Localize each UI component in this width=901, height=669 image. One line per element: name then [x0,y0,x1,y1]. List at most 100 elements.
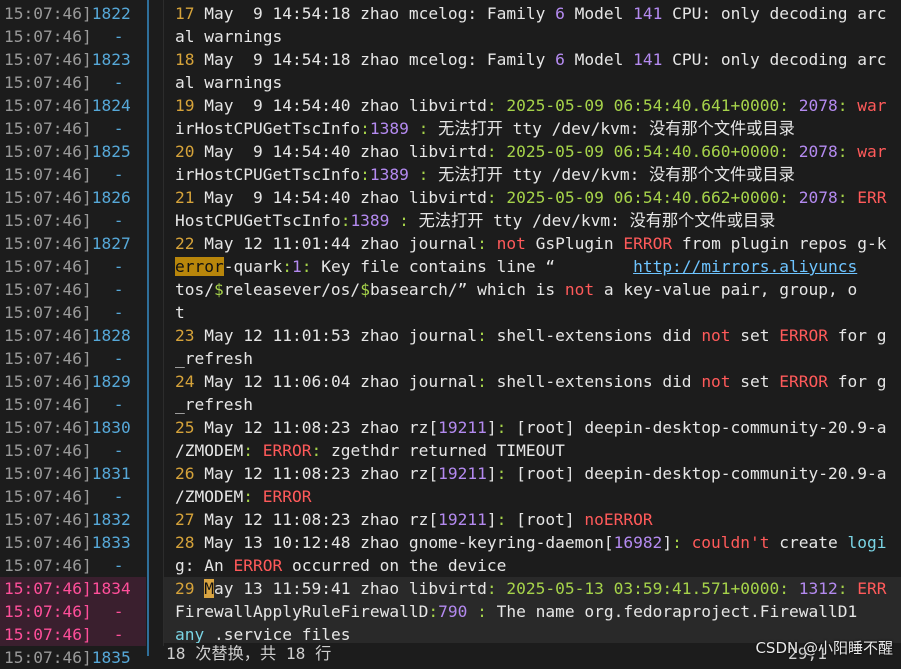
log-text: irHostCPUGetTscInfo [175,165,361,184]
log-text: 无法打开 tty /dev/kvm: 没有那个文件或目录 [438,165,795,184]
gutter-separator [147,0,149,656]
relative-line-number: 21 [175,188,205,207]
log-line[interactable]: al warnings [164,25,901,48]
gutter-row: 15:07:46] - [0,439,146,462]
log-text: 19211 [438,510,487,529]
gutter-timestamp: 15:07:46] [4,188,92,207]
log-text: logi [847,533,887,552]
log-line[interactable]: _refresh [164,347,901,370]
log-line[interactable]: 23 May 12 11:01:53 zhao journal: shell-e… [164,324,901,347]
gutter-timestamp: 15:07:46] [4,73,92,92]
tmux-gutter: 15:07:46]1822 15:07:46] -15:07:46]1823 15:0… [0,2,146,669]
log-line[interactable]: g: An ERROR occurred on the device [164,554,901,577]
log-line[interactable]: error-quark:1: Key file contains line “ … [164,255,901,278]
log-line[interactable]: 17 May 9 14:54:18 zhao mcelog: Family 6 … [164,2,901,25]
log-line[interactable]: 29 May 13 11:59:41 zhao libvirtd: 2025-0… [164,577,901,600]
log-text: : [477,234,497,253]
gutter-row: 15:07:46]1835 [0,646,146,669]
vim-editor-pane[interactable]: 17 May 9 14:54:18 zhao mcelog: Family 6 … [164,2,901,646]
log-text: ] [486,464,497,483]
log-text: : [360,165,370,184]
log-line[interactable]: 28 May 13 10:12:48 zhao gnome-keyring-da… [164,531,901,554]
gutter-line-number: - [113,395,124,414]
relative-line-number: 19 [175,96,205,115]
log-text: : 2025-05-09 06:54:40.662+0000: [486,188,799,207]
log-text: not [701,326,731,345]
log-text: : [837,188,858,207]
gutter-timestamp: 15:07:46] [4,303,92,322]
gutter-line-number: 1833 [91,533,131,552]
log-text: HostCPUGetTscInfo [175,211,341,230]
log-line[interactable]: irHostCPUGetTscInfo:1389 : 无法打开 tty /dev… [164,163,901,186]
log-line[interactable]: 19 May 9 14:54:40 zhao libvirtd: 2025-05… [164,94,901,117]
log-text: : [311,441,331,460]
log-text: : [408,119,439,138]
log-line[interactable]: tos/$releasever/os/$basearch/” which is … [164,278,901,301]
log-line[interactable]: 24 May 12 11:06:04 zhao journal: shell-e… [164,370,901,393]
log-text: war [857,96,887,115]
log-line[interactable]: t [164,301,901,324]
log-line[interactable]: /ZMODEM: ERROR: zgethdr returned TIMEOUT [164,439,901,462]
gutter-line-number: 1823 [91,50,131,69]
gutter-row: 15:07:46]1822 [0,2,146,25]
log-line[interactable]: 21 May 9 14:54:40 zhao libvirtd: 2025-05… [164,186,901,209]
gutter-row: 15:07:46] - [0,71,146,94]
log-text: May 12 11:08:23 zhao rz[ [204,418,439,437]
relative-line-number: 25 [175,418,205,437]
log-line[interactable]: 27 May 12 11:08:23 zhao rz[19211]: [root… [164,508,901,531]
log-text: The name org.fedoraproject.FirewallD1 [496,602,858,621]
log-text: ERROR [262,487,312,506]
log-text: 6 [555,4,565,23]
gutter-row: 15:07:46]1832 [0,508,146,531]
log-line[interactable]: FirewallApplyRuleFirewallD:790 : The nam… [164,600,901,623]
log-text: couldn't [691,533,770,552]
log-line[interactable]: HostCPUGetTscInfo:1389 : 无法打开 tty /dev/k… [164,209,901,232]
log-text: May 12 11:08:23 zhao rz[ [204,464,439,483]
log-line[interactable]: 22 May 12 11:01:44 zhao journal: not GsP… [164,232,901,255]
log-text: t [175,303,185,322]
log-line[interactable]: 20 May 9 14:54:40 zhao libvirtd: 2025-05… [164,140,901,163]
log-text: May 9 14:54:40 zhao libvirtd [204,142,487,161]
log-text: for g [828,372,887,391]
log-text: ay 13 11:59:41 zhao libvirtd [214,579,487,598]
log-line[interactable]: irHostCPUGetTscInfo:1389 : 无法打开 tty /dev… [164,117,901,140]
gutter-line-number: - [113,27,124,46]
log-text: any [175,625,205,644]
log-text: 19211 [438,418,487,437]
gutter-row: 15:07:46] - [0,117,146,140]
relative-line-number: 23 [175,326,205,345]
log-line[interactable]: _refresh [164,393,901,416]
log-text: 无法打开 tty /dev/kvm: 没有那个文件或目录 [438,119,795,138]
log-text: 790 [438,602,468,621]
log-line[interactable]: 26 May 12 11:08:23 zhao rz[19211]: [root… [164,462,901,485]
log-text: tos/ [175,280,214,299]
gutter-line-number: - [113,119,124,138]
gutter-line-number: - [113,280,124,299]
log-line[interactable]: al warnings [164,71,901,94]
gutter-timestamp: 15:07:46] [4,372,92,391]
gutter-timestamp: 15:07:46] [4,533,92,552]
log-text: 141 [633,4,663,23]
log-text: irHostCPUGetTscInfo [175,119,361,138]
log-text: May 9 14:54:40 zhao libvirtd [204,188,487,207]
log-text: May 13 10:12:48 zhao gnome-keyring-daemo… [204,533,614,552]
log-text: [root] deepin-desktop-community-20.9-a [516,464,887,483]
log-text: g: An [175,556,234,575]
log-line[interactable]: /ZMODEM: ERROR [164,485,901,508]
relative-line-number: 26 [175,464,205,483]
terminal-screen[interactable]: 15:07:46]1822 15:07:46] -15:07:46]1823 15:0… [0,0,901,667]
gutter-timestamp: 15:07:46] [4,280,92,299]
log-text: 1312 [798,579,838,598]
gutter-row: 15:07:46] - [0,347,146,370]
log-text: May 12 11:01:44 zhao journal [204,234,478,253]
log-line[interactable]: 25 May 12 11:08:23 zhao rz[19211]: [root… [164,416,901,439]
log-line[interactable]: 18 May 9 14:54:18 zhao mcelog: Family 6 … [164,48,901,71]
gutter-timestamp: 15:07:46] [4,4,92,23]
gutter-timestamp: 15:07:46] [4,510,92,529]
gutter-line-number: 1827 [91,234,131,253]
gutter-line-number: 1822 [91,4,131,23]
gutter-row: 15:07:46]1831 [0,462,146,485]
gutter-timestamp: 15:07:46] [4,556,92,575]
url-link[interactable]: http://mirrors.aliyuncs [633,257,857,276]
gutter-row: 15:07:46]1825 [0,140,146,163]
